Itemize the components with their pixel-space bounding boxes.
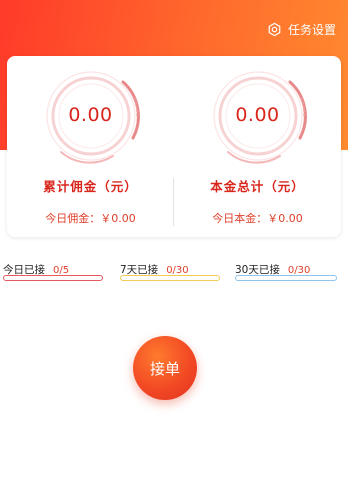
progress-bar: [235, 275, 337, 281]
commission-panel: 0.00 累计佣金（元） 今日佣金：￥0.00: [7, 56, 174, 237]
progress-bar: [3, 275, 103, 281]
gear-icon: [267, 22, 282, 37]
principal-total-value: 0.00: [235, 104, 280, 126]
principal-total-label: 本金总计（元）: [210, 179, 305, 194]
commission-total-value: 0.00: [68, 104, 113, 126]
progress-bar: [120, 275, 220, 281]
stat-30day-accepted: 30天已接 0/30: [235, 258, 340, 286]
task-settings-label: 任务设置: [287, 22, 336, 37]
stat-today-accepted: 今日已接 0/5: [3, 258, 103, 286]
earnings-card: 0.00 累计佣金（元） 今日佣金：￥0.00 0.00 本金总计（元） 今日本…: [7, 56, 341, 237]
task-settings-button[interactable]: 任务设置: [267, 20, 336, 38]
accept-order-button[interactable]: 接单: [133, 336, 197, 400]
stat-7day-accepted: 7天已接 0/30: [120, 258, 220, 286]
today-commission: 今日佣金：￥0.00: [45, 212, 136, 225]
commission-total-label: 累计佣金（元）: [43, 179, 138, 194]
principal-panel: 0.00 本金总计（元） 今日本金：￥0.00: [174, 56, 341, 237]
today-principal: 今日本金：￥0.00: [212, 212, 303, 225]
